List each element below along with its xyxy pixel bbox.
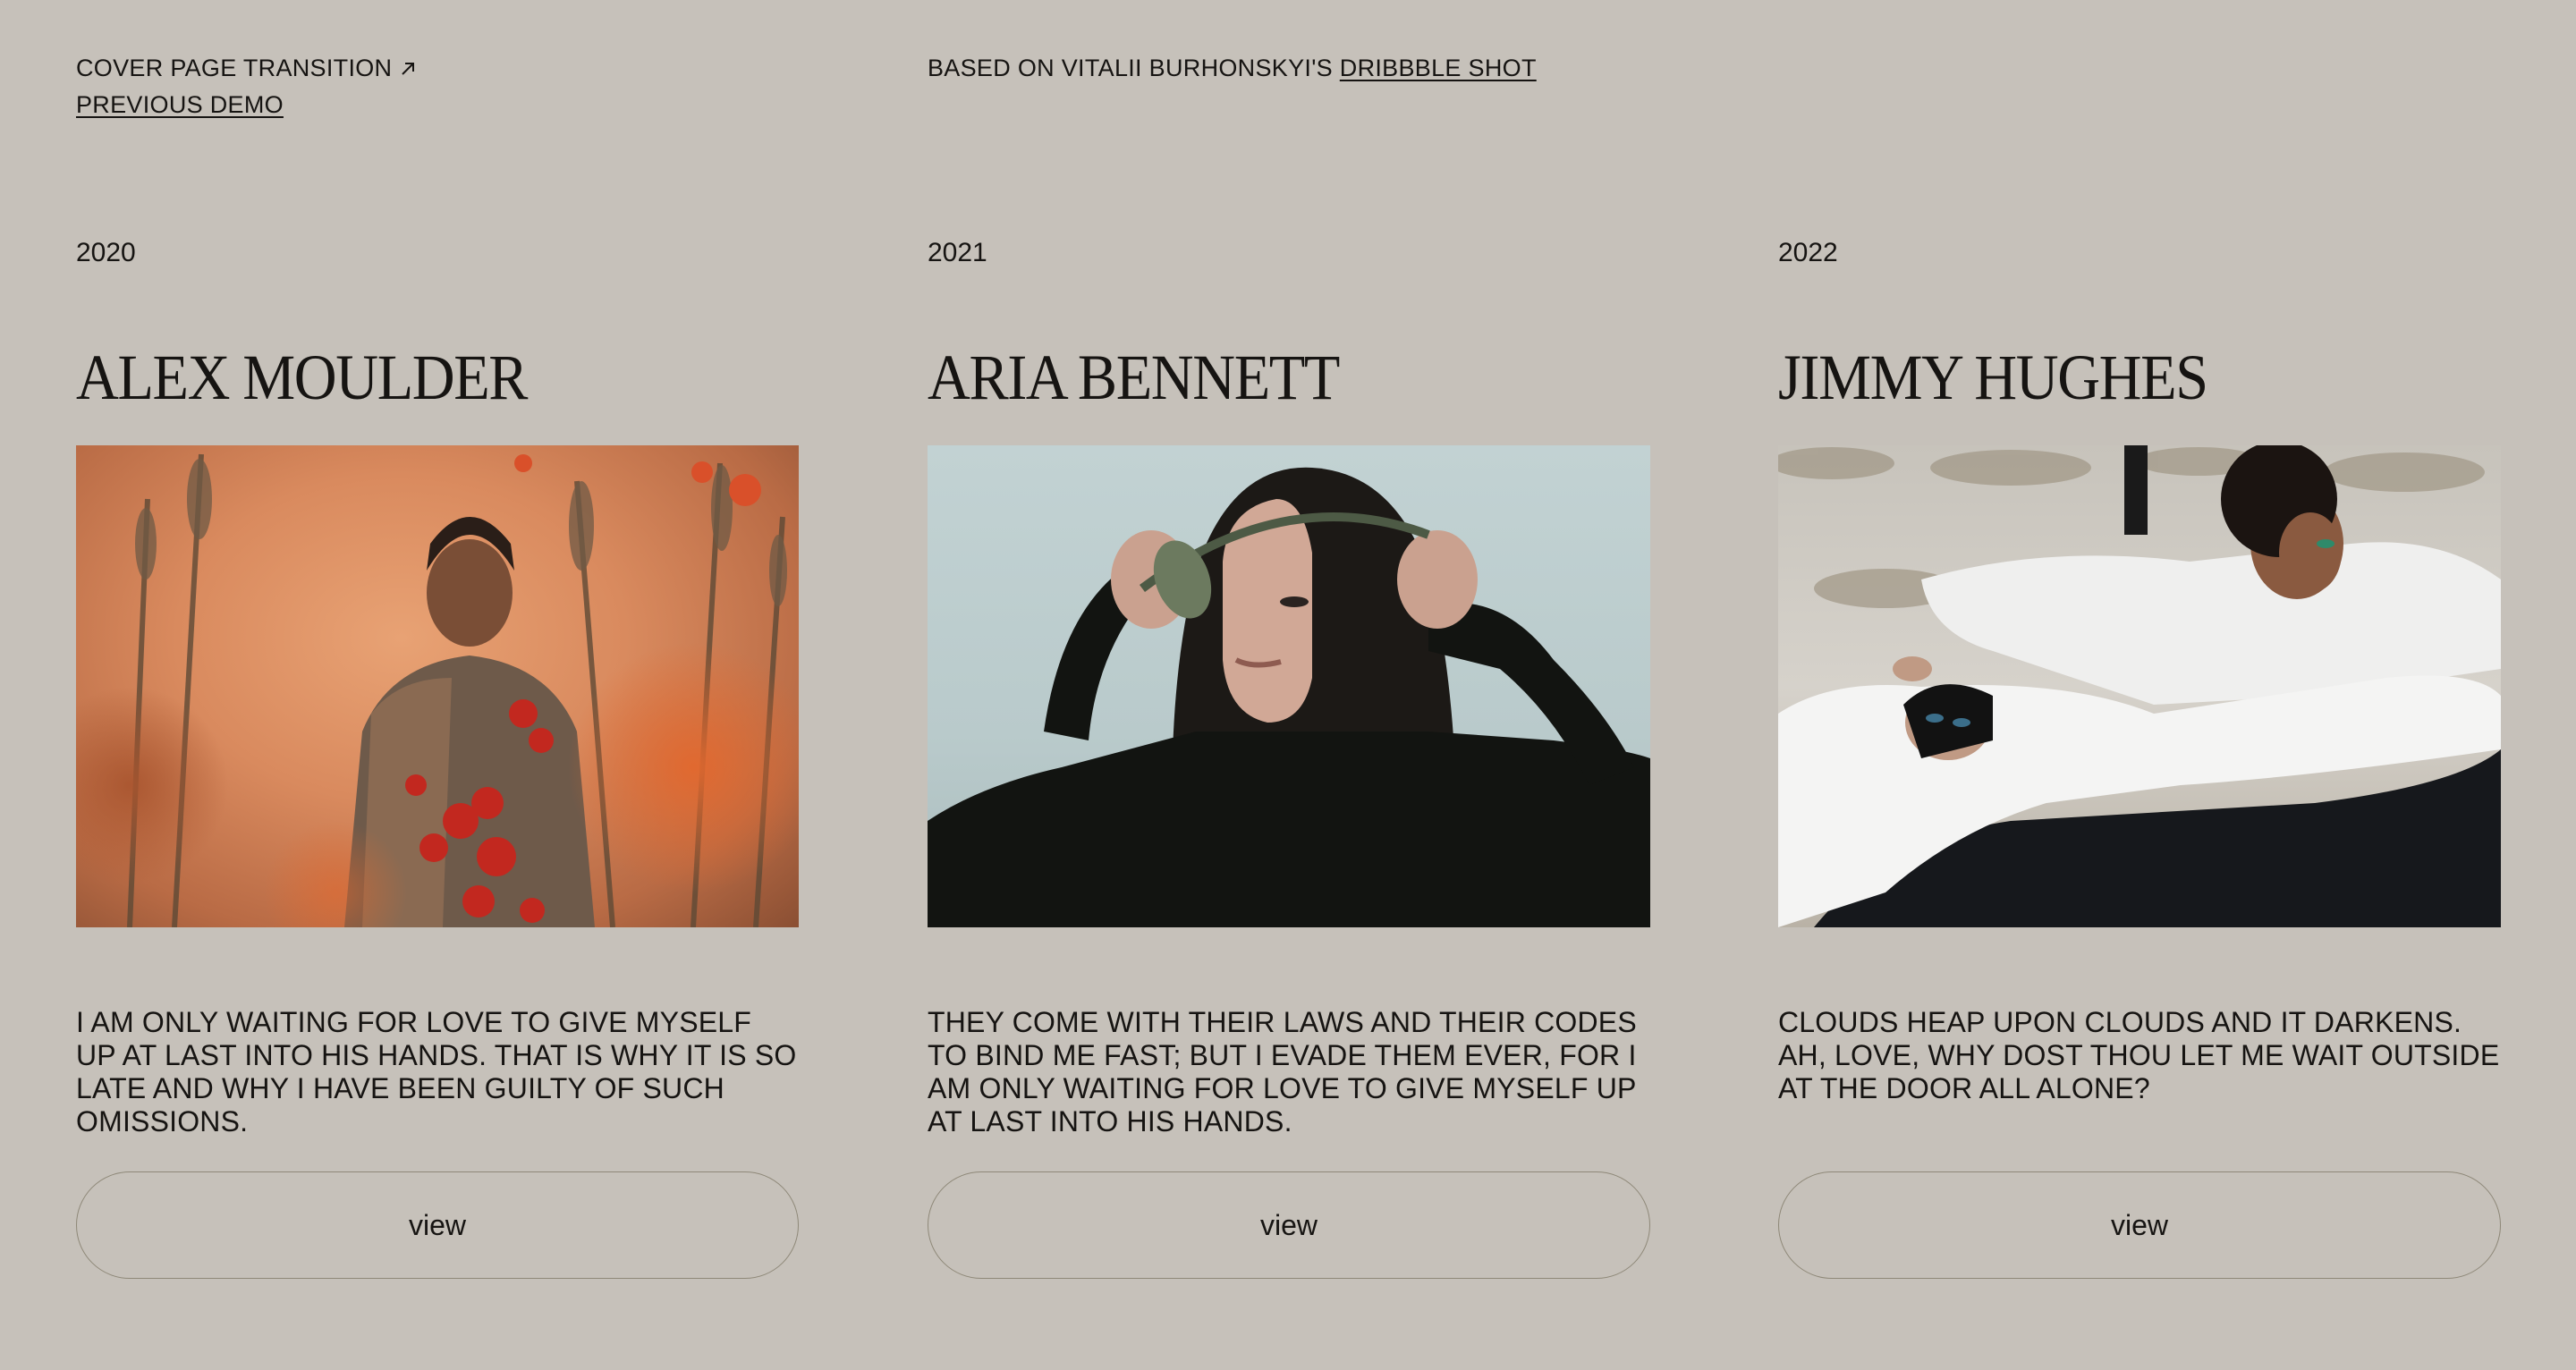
- card-name: ARIA BENNETT: [928, 342, 1340, 413]
- card-aria-bennett: 2021 ARIA BENNETT THEY COME WITH THEIR L…: [928, 237, 1650, 1279]
- card-description: CLOUDS HEAP UPON CLOUDS AND IT DARKENS. …: [1778, 1006, 2500, 1104]
- card-photo: [1778, 445, 2501, 927]
- header-credit: BASED ON VITALII BURHONSKYI'S DRIBBBLE S…: [928, 50, 1537, 87]
- header-left: COVER PAGE TRANSITION PREVIOUS DEMO: [76, 50, 417, 123]
- card-year: 2020: [76, 238, 136, 267]
- view-button[interactable]: view: [76, 1171, 799, 1279]
- credit-text: BASED ON VITALII BURHONSKYI'S: [928, 55, 1333, 81]
- view-button[interactable]: view: [1778, 1171, 2501, 1279]
- card-photo: [928, 445, 1650, 927]
- card-jimmy-hughes: 2022 JIMMY HUGHES CLOUDS HEAP UPON CLOUD…: [1778, 237, 2501, 1279]
- cover-page-transition-label: COVER PAGE TRANSITION: [76, 55, 393, 81]
- card-description: THEY COME WITH THEIR LAWS AND THEIR CODE…: [928, 1006, 1637, 1137]
- dribbble-shot-link[interactable]: DRIBBBLE SHOT: [1340, 50, 1537, 87]
- previous-demo-link[interactable]: PREVIOUS DEMO: [76, 87, 284, 123]
- card-year: 2021: [928, 238, 987, 267]
- card-photo: [76, 445, 799, 927]
- card-description: I AM ONLY WAITING FOR LOVE TO GIVE MYSEL…: [76, 1006, 797, 1137]
- card-year: 2022: [1778, 238, 1838, 267]
- page: COVER PAGE TRANSITION PREVIOUS DEMO BASE…: [0, 0, 2576, 1370]
- cover-page-transition-link[interactable]: COVER PAGE TRANSITION: [76, 50, 417, 87]
- view-button[interactable]: view: [928, 1171, 1650, 1279]
- card-alex-moulder: 2020 ALEX MOULDER I AM ONLY WAITING FOR …: [76, 237, 799, 1279]
- card-name: JIMMY HUGHES: [1778, 342, 2208, 413]
- card-name: ALEX MOULDER: [76, 342, 528, 413]
- arrow-up-right-icon: [399, 60, 417, 78]
